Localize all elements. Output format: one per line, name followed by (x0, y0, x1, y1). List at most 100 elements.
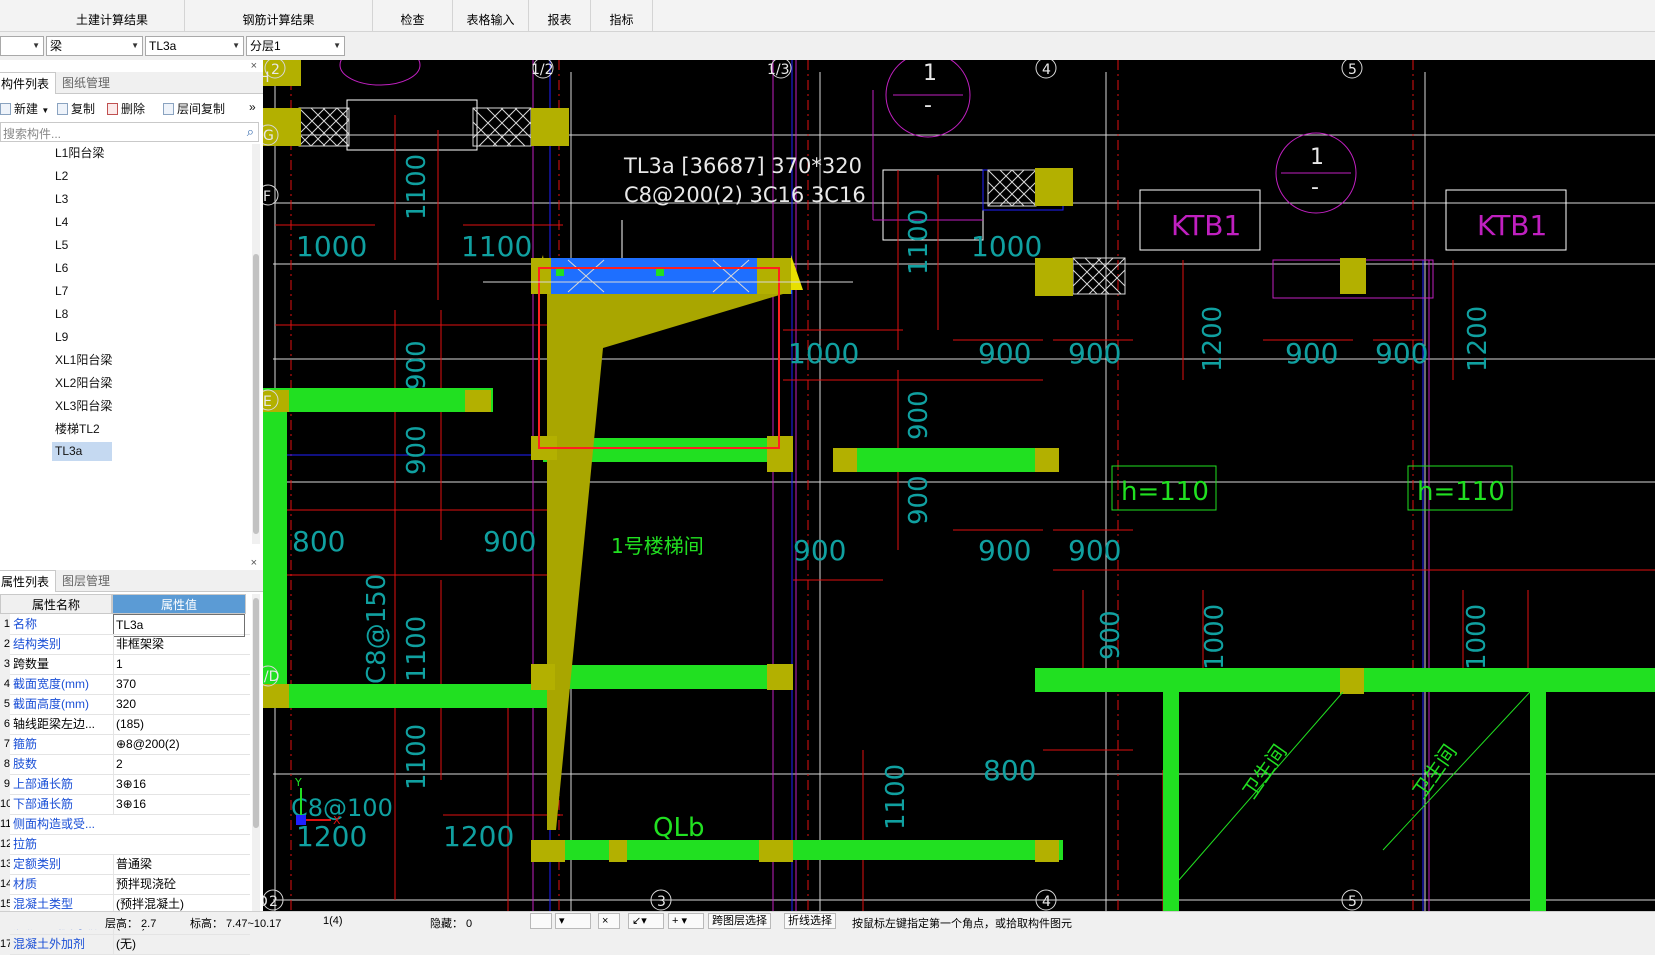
beam-left-vertical[interactable] (263, 405, 287, 705)
angle-button[interactable]: ↙▾ (628, 913, 664, 929)
property-row[interactable]: 13 定额类别 普通梁 (0, 854, 250, 875)
property-header-value: 属性值 (112, 594, 246, 614)
property-row[interactable]: 8 肢数 2 (0, 754, 250, 775)
beam-vertical-a[interactable] (1163, 688, 1179, 911)
marker-number: 1 (923, 61, 937, 86)
component-combo[interactable]: TL3a ▼ (145, 36, 244, 56)
dim-text: 900 (904, 475, 934, 525)
list-item-selected[interactable]: TL3a (52, 442, 112, 461)
grip-arrow-right[interactable] (791, 255, 803, 290)
copy-button[interactable]: 复制 (57, 100, 95, 117)
property-row[interactable]: 17 混凝土外加剂 (无) (0, 934, 250, 955)
property-row[interactable]: 11 侧面构造或受... (0, 814, 250, 835)
select-mode-button[interactable]: ▾ (555, 913, 591, 929)
list-item[interactable]: XL1阳台梁 (52, 351, 115, 370)
component-search-input[interactable]: 搜索构件... ⌕ (0, 122, 259, 142)
new-label: 新建 (14, 102, 39, 116)
property-value[interactable]: (185) (113, 714, 245, 735)
tab-layer-manage[interactable]: 图层管理 (56, 570, 116, 592)
property-row[interactable]: 7 箍筋 ⊕8@200(2) (0, 734, 250, 755)
tab-component-list[interactable]: 构件列表 (0, 72, 57, 94)
property-value[interactable]: 预拌现浇砼 (113, 874, 245, 895)
dim-text: 800 (983, 754, 1036, 787)
beam-stair-low[interactable] (543, 665, 788, 689)
orthogonal-button[interactable]: × (598, 913, 620, 929)
property-row[interactable]: 10 下部通长筋 3⊕16 (0, 794, 250, 815)
property-value[interactable]: 3⊕16 (113, 774, 245, 795)
new-button[interactable]: 新建 ▼ (0, 100, 49, 117)
property-row[interactable]: 14 材质 预拌现浇砼 (0, 874, 250, 895)
polyline-select-button[interactable]: 折线选择 (784, 913, 836, 929)
list-item[interactable]: 楼梯TL2 (52, 420, 103, 439)
property-value[interactable]: 320 (113, 694, 245, 715)
property-row[interactable]: 1 名称 TL3a (0, 614, 250, 637)
left-panel: × 构件列表 图纸管理 新建 ▼ 复制 删除 层间复制 » 搜索构件... ⌕ … (0, 60, 263, 955)
property-value[interactable]: 普通梁 (113, 854, 245, 875)
list-item[interactable]: L7 (52, 282, 71, 301)
selected-beam-tl3a[interactable] (547, 258, 792, 294)
property-scrollbar[interactable] (252, 594, 260, 954)
axis-label-left: F (263, 189, 271, 205)
stair-label: 1号楼梯间 (611, 534, 704, 558)
tab-check[interactable]: 检查 (373, 0, 453, 31)
beam-vertical-b[interactable] (1530, 688, 1546, 911)
search-icon[interactable]: ⌕ (247, 124, 254, 140)
tab-rebar-results[interactable]: 钢筋计算结果 (185, 0, 373, 31)
tab-index[interactable]: 指标 (591, 0, 653, 31)
list-item[interactable]: L1阳台梁 (52, 144, 107, 163)
drawing-canvas[interactable]: 2 1/2 1/3 4 5 H G F E 1/D D 2 3 4 5 TL3a… (263, 60, 1655, 911)
plus-button[interactable]: + ▾ (668, 913, 704, 929)
property-value[interactable]: 370 (113, 674, 245, 695)
tab-civil-results[interactable]: 土建计算结果 (40, 0, 185, 31)
list-item[interactable]: XL2阳台梁 (52, 374, 115, 393)
property-row[interactable]: 12 拉筋 (0, 834, 250, 855)
list-item[interactable]: L4 (52, 213, 71, 232)
property-row[interactable]: 3 跨数量 1 (0, 654, 250, 675)
property-name: 侧面构造或受... (13, 817, 96, 831)
floor-combo[interactable]: ▼ (0, 36, 44, 56)
beam-mid-right[interactable] (833, 448, 1048, 472)
type-combo[interactable]: 梁 ▼ (46, 36, 143, 56)
property-row[interactable]: 4 截面宽度(mm) 370 (0, 674, 250, 695)
component-list-scrollbar[interactable] (252, 144, 260, 544)
list-item[interactable]: L5 (52, 236, 71, 255)
tab-report[interactable]: 报表 (529, 0, 591, 31)
property-row[interactable]: 6 轴线距梁左边... (185) (0, 714, 250, 735)
scrollbar-thumb[interactable] (253, 254, 259, 534)
tab-drawing-manage[interactable]: 图纸管理 (56, 72, 116, 94)
list-item[interactable]: XL3阳台梁 (52, 397, 115, 416)
property-row[interactable]: 5 截面高度(mm) 320 (0, 694, 250, 715)
tab-property-list[interactable]: 属性列表 (0, 570, 57, 592)
list-item[interactable]: L8 (52, 305, 71, 324)
scrollbar-thumb[interactable] (253, 598, 259, 828)
property-row[interactable]: 9 上部通长筋 3⊕16 (0, 774, 250, 795)
tab-table-input[interactable]: 表格输入 (453, 0, 529, 31)
property-value[interactable]: 1 (113, 654, 245, 675)
beam-e[interactable] (263, 388, 493, 412)
more-icon[interactable]: » (249, 100, 256, 114)
list-item[interactable]: L6 (52, 259, 71, 278)
close-icon[interactable]: × (251, 60, 257, 72)
copy-label: 复制 (71, 102, 96, 116)
property-value[interactable]: ⊕8@200(2) (113, 734, 245, 755)
slab-labels: KTB1 KTB1 (1171, 209, 1547, 242)
property-value[interactable]: 2 (113, 754, 245, 775)
property-row[interactable]: 2 结构类别 非框架梁 (0, 634, 250, 655)
list-item[interactable]: L2 (52, 167, 71, 186)
property-value[interactable]: (无) (113, 934, 245, 955)
list-item[interactable]: L3 (52, 190, 71, 209)
layer-combo[interactable]: 分层1 ▼ (246, 36, 345, 56)
floor-copy-button[interactable]: 层间复制 (163, 100, 225, 117)
grip-mid[interactable] (656, 268, 664, 276)
grip-left[interactable] (556, 268, 564, 276)
property-value[interactable]: 3⊕16 (113, 794, 245, 815)
delete-button[interactable]: 删除 (107, 100, 145, 117)
dim-text: 900 (402, 425, 432, 475)
cross-layer-select-button[interactable]: 跨图层选择 (708, 913, 771, 929)
dim-text: 900 (1096, 610, 1126, 660)
list-item[interactable]: L9 (52, 328, 71, 347)
snap-toggle-button[interactable] (530, 913, 552, 929)
close-icon[interactable]: × (251, 557, 257, 569)
property-value[interactable]: 非框架梁 (113, 634, 245, 655)
beam-1d[interactable] (263, 684, 553, 708)
